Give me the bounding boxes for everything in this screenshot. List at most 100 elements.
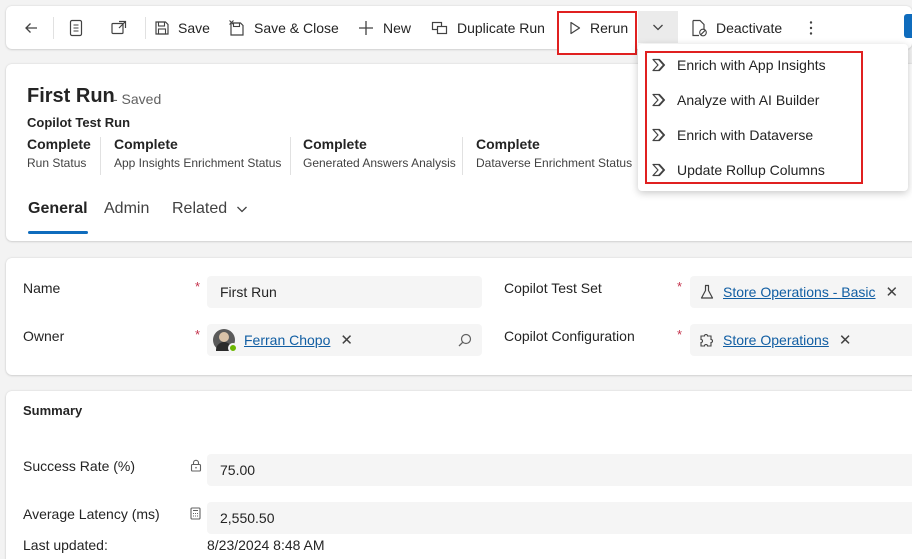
remove-owner-button[interactable]: ✕	[340, 331, 353, 349]
tab-related-label: Related	[172, 200, 228, 217]
menu-item-label: Analyze with AI Builder	[677, 92, 820, 108]
required-marker: *	[677, 327, 683, 342]
tab-admin[interactable]: Admin	[104, 200, 149, 218]
duplicate-run-button[interactable]: Duplicate Run	[431, 6, 545, 49]
lock-icon	[190, 459, 202, 472]
play-icon	[570, 21, 581, 34]
active-tab-indicator	[28, 231, 88, 234]
avg-latency-field[interactable]: 2,550.50	[207, 502, 912, 534]
duplicate-icon	[431, 21, 448, 34]
calculator-icon	[190, 507, 201, 520]
save-close-label: Save & Close	[254, 19, 339, 36]
arrow-left-icon	[25, 22, 37, 33]
avatar	[213, 329, 238, 353]
flow-icon	[652, 58, 666, 72]
header-field-run-status: Complete Run Status	[27, 136, 91, 170]
rerun-label: Rerun	[590, 19, 629, 36]
deactivate-icon	[692, 19, 707, 36]
status-label: Dataverse Enrichment Status	[476, 156, 633, 170]
avg-latency-value: 2,550.50	[220, 510, 275, 526]
flow-icon	[652, 93, 666, 107]
status-value: Complete	[303, 136, 367, 152]
document-icon	[69, 19, 83, 36]
save-close-icon	[229, 19, 244, 36]
menu-item-label: Enrich with App Insights	[677, 57, 826, 73]
flask-icon	[700, 284, 714, 299]
test-set-lookup[interactable]: Store Operations - Basic ✕	[690, 276, 912, 308]
chevron-down-icon	[237, 206, 248, 213]
status-value: Complete	[476, 136, 540, 152]
configuration-link[interactable]: Store Operations	[723, 332, 829, 348]
deactivate-button[interactable]: Deactivate	[690, 6, 782, 49]
menu-item-analyze-ai-builder[interactable]: Analyze with AI Builder	[652, 87, 819, 113]
test-set-link[interactable]: Store Operations - Basic	[723, 284, 876, 300]
menu-item-update-rollup-columns[interactable]: Update Rollup Columns	[652, 157, 825, 183]
avg-latency-label: Average Latency (ms)	[23, 506, 160, 522]
owner-lookup[interactable]: Ferran Chopo ✕	[207, 324, 482, 356]
divider	[290, 137, 291, 175]
open-new-window-icon	[111, 20, 127, 34]
save-status: - Saved	[113, 91, 162, 107]
summary-section: Summary Success Rate (%) 75.00 Average L…	[6, 391, 912, 559]
save-icon	[155, 20, 169, 35]
remove-configuration-button[interactable]: ✕	[839, 331, 852, 349]
status-label: Generated Answers Analysis	[303, 156, 456, 170]
primary-action-button[interactable]	[904, 14, 912, 38]
rerun-menu: Enrich with App Insights Analyze with AI…	[638, 44, 908, 191]
configuration-lookup[interactable]: Store Operations ✕	[690, 324, 912, 356]
status-label: Run Status	[27, 156, 87, 170]
flow-icon	[652, 163, 666, 177]
name-label: Name	[23, 280, 61, 296]
section-title: Summary	[23, 403, 83, 418]
required-marker: *	[195, 279, 201, 294]
configuration-label: Copilot Configuration	[504, 328, 635, 344]
success-rate-field[interactable]: 75.00	[207, 454, 912, 486]
more-commands-button[interactable]	[804, 6, 818, 49]
new-button[interactable]: New	[357, 6, 411, 49]
back-button[interactable]	[22, 6, 40, 49]
name-field[interactable]: First Run	[207, 276, 482, 308]
success-rate-label: Success Rate (%)	[23, 458, 136, 474]
last-updated-label: Last updated:	[23, 537, 108, 553]
presence-available-icon	[228, 343, 238, 353]
status-value: Complete	[27, 136, 91, 152]
divider	[145, 17, 146, 39]
test-set-label: Copilot Test Set	[504, 280, 602, 296]
menu-item-enrich-app-insights[interactable]: Enrich with App Insights	[652, 52, 826, 78]
owner-link[interactable]: Ferran Chopo	[244, 332, 330, 348]
puzzle-icon	[700, 334, 713, 347]
flow-icon	[652, 128, 666, 142]
tab-general[interactable]: General	[28, 200, 88, 218]
rerun-dropdown-button[interactable]	[638, 11, 678, 43]
header-field-app-insights-status: Complete App Insights Enrichment Status	[114, 136, 281, 170]
save-button[interactable]: Save	[154, 6, 210, 49]
entity-name: Copilot Test Run	[27, 115, 131, 130]
plus-icon	[359, 20, 373, 35]
required-marker: *	[195, 327, 201, 342]
search-icon[interactable]	[458, 333, 472, 347]
success-rate-value: 75.00	[220, 462, 256, 478]
open-new-window-button[interactable]	[110, 6, 128, 49]
divider	[53, 17, 54, 39]
deactivate-label: Deactivate	[716, 19, 783, 36]
menu-item-label: Update Rollup Columns	[677, 162, 825, 178]
name-value: First Run	[220, 284, 277, 300]
header-field-generated-answers: Complete Generated Answers Analysis	[303, 136, 456, 170]
more-vertical-icon	[809, 20, 813, 35]
form-view-button[interactable]	[68, 6, 84, 49]
save-label: Save	[178, 19, 210, 36]
menu-item-enrich-dataverse[interactable]: Enrich with Dataverse	[652, 122, 813, 148]
divider	[462, 137, 463, 175]
required-marker: *	[677, 279, 683, 294]
duplicate-label: Duplicate Run	[457, 19, 545, 36]
remove-test-set-button[interactable]: ✕	[886, 283, 899, 301]
new-label: New	[383, 19, 412, 36]
last-updated-value: 8/23/2024 8:48 AM	[207, 537, 325, 553]
save-and-close-button[interactable]: Save & Close	[228, 6, 339, 49]
rerun-button[interactable]: Rerun	[568, 6, 628, 49]
status-label: App Insights Enrichment Status	[114, 156, 282, 170]
status-value: Complete	[114, 136, 178, 152]
chevron-down-icon	[653, 24, 663, 31]
tab-related[interactable]: Related	[172, 200, 248, 218]
divider	[100, 137, 101, 175]
